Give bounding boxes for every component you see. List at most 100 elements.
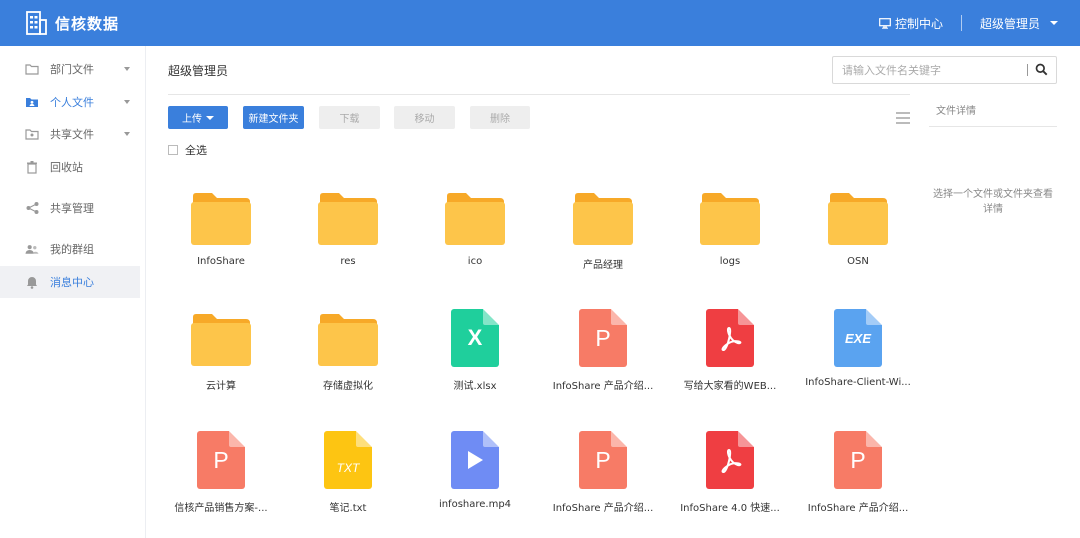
powerpoint-file-icon: P	[197, 431, 245, 489]
file-thumbnail	[415, 419, 535, 489]
move-label: 移动	[414, 114, 435, 125]
bell-icon	[25, 275, 39, 289]
sidebar-item-department-files[interactable]: 部门文件	[0, 54, 140, 84]
folder-icon	[828, 193, 888, 245]
upload-label: 上传	[182, 114, 202, 125]
file-name: InfoShare 产品介绍...	[552, 381, 654, 392]
folder-item[interactable]: OSN	[798, 176, 918, 286]
page-title: 超级管理员	[168, 64, 229, 78]
header-divider	[168, 94, 910, 95]
folder-icon	[318, 193, 378, 245]
powerpoint-file-icon: P	[579, 309, 627, 367]
control-center-link[interactable]: 控制中心	[879, 15, 943, 32]
sidebar-item-recycle-bin[interactable]: 回收站	[0, 152, 140, 182]
file-item[interactable]: P InfoShare 产品介绍...	[543, 297, 663, 407]
folder-item[interactable]: ico	[415, 176, 535, 286]
file-thumbnail	[543, 176, 663, 246]
folder-icon	[25, 62, 39, 76]
list-view-icon[interactable]	[896, 112, 910, 127]
video-file-icon	[451, 431, 499, 489]
file-item[interactable]: X 测试.xlsx	[415, 297, 535, 407]
user-folder-icon	[25, 95, 39, 109]
folder-item[interactable]: res	[288, 176, 408, 286]
folder-item[interactable]: 存储虚拟化	[288, 297, 408, 407]
file-name: InfoShare 产品介绍...	[552, 503, 654, 514]
file-thumbnail: P	[543, 419, 663, 489]
pdf-file-icon	[706, 309, 754, 367]
powerpoint-file-icon: P	[834, 431, 882, 489]
shared-folder-icon	[25, 127, 39, 141]
folder-icon	[700, 193, 760, 245]
folder-item[interactable]: 产品经理	[543, 176, 663, 286]
sidebar-item-label: 部门文件	[50, 63, 94, 76]
sidebar-item-share-management[interactable]: 共享管理	[0, 193, 140, 223]
file-item[interactable]: EXE InfoShare-Client-Wi...	[798, 297, 918, 407]
move-button[interactable]: 移动	[394, 106, 455, 129]
details-panel: 文件详情 选择一个文件或文件夹查看详情	[929, 94, 1057, 217]
text-file-icon: TXT	[324, 431, 372, 489]
search-icon[interactable]	[1035, 63, 1048, 76]
sidebar-item-message-center[interactable]: 消息中心	[0, 266, 140, 298]
file-name: InfoShare 4.0 快速...	[680, 503, 780, 514]
top-bar: 信核数据 控制中心 超级管理员	[0, 0, 1080, 46]
upload-button[interactable]: 上传	[168, 106, 228, 129]
user-name: 超级管理员	[979, 16, 1040, 31]
search-placeholder: 请输入文件名关键字	[842, 64, 941, 77]
file-name: OSN	[847, 256, 869, 267]
chevron-down-icon	[206, 115, 214, 120]
folder-item[interactable]: logs	[670, 176, 790, 286]
file-thumbnail	[670, 176, 790, 246]
file-name: 存储虚拟化	[323, 381, 373, 392]
user-menu[interactable]: 超级管理员	[980, 15, 1058, 32]
file-type-glyph: P	[850, 446, 866, 473]
folder-icon	[318, 314, 378, 366]
folder-item[interactable]: 云计算	[161, 297, 281, 407]
file-item[interactable]: P 信核产品销售方案-...	[161, 419, 281, 529]
file-thumbnail	[415, 176, 535, 246]
sidebar-item-label: 我的群组	[50, 243, 94, 256]
file-name: 云计算	[206, 381, 236, 392]
file-name: infoshare.mp4	[438, 499, 512, 510]
sidebar-item-label: 共享管理	[50, 202, 94, 215]
file-item[interactable]: infoshare.mp4	[415, 419, 535, 529]
sidebar-item-my-groups[interactable]: 我的群组	[0, 234, 140, 264]
checkbox[interactable]	[168, 145, 178, 155]
sidebar-item-personal-files[interactable]: 个人文件	[0, 87, 140, 117]
sidebar-item-shared-files[interactable]: 共享文件	[0, 119, 140, 149]
file-name: ico	[467, 256, 483, 267]
file-thumbnail	[161, 176, 281, 246]
folder-icon	[191, 314, 251, 366]
file-name: logs	[719, 256, 741, 267]
select-all-checkbox[interactable]: 全选	[168, 142, 207, 158]
file-type-glyph: EXE	[844, 330, 871, 346]
app-title: 信核数据	[55, 14, 120, 33]
file-thumbnail	[161, 297, 281, 367]
sidebar-item-label: 消息中心	[50, 276, 94, 289]
file-item[interactable]: 写给大家看的WEB...	[670, 297, 790, 407]
brand[interactable]: 信核数据	[25, 11, 119, 35]
sidebar-item-label: 回收站	[50, 161, 83, 174]
new-folder-button[interactable]: 新建文件夹	[243, 106, 304, 129]
file-thumbnail: EXE	[798, 297, 918, 367]
powerpoint-file-icon: P	[579, 431, 627, 489]
file-name: 测试.xlsx	[453, 381, 497, 392]
search-input[interactable]: 请输入文件名关键字	[832, 56, 1057, 84]
download-button[interactable]: 下载	[319, 106, 380, 129]
chevron-down-icon	[1050, 21, 1058, 25]
delete-button[interactable]: 删除	[470, 106, 530, 129]
file-item[interactable]: P InfoShare 产品介绍...	[543, 419, 663, 529]
search-divider	[1027, 64, 1028, 76]
control-center-label: 控制中心	[894, 16, 943, 31]
chevron-down-icon	[124, 100, 130, 104]
file-thumbnail	[288, 176, 408, 246]
file-name: InfoShare 产品介绍...	[807, 503, 909, 514]
chevron-down-icon	[124, 132, 130, 136]
file-name: res	[340, 256, 356, 267]
file-item[interactable]: TXT 笔记.txt	[288, 419, 408, 529]
sidebar-item-label: 个人文件	[50, 96, 94, 109]
file-type-glyph: P	[213, 446, 229, 473]
file-item[interactable]: InfoShare 4.0 快速...	[670, 419, 790, 529]
chevron-down-icon	[124, 67, 130, 71]
file-item[interactable]: P InfoShare 产品介绍...	[798, 419, 918, 529]
folder-item[interactable]: InfoShare	[161, 176, 281, 286]
